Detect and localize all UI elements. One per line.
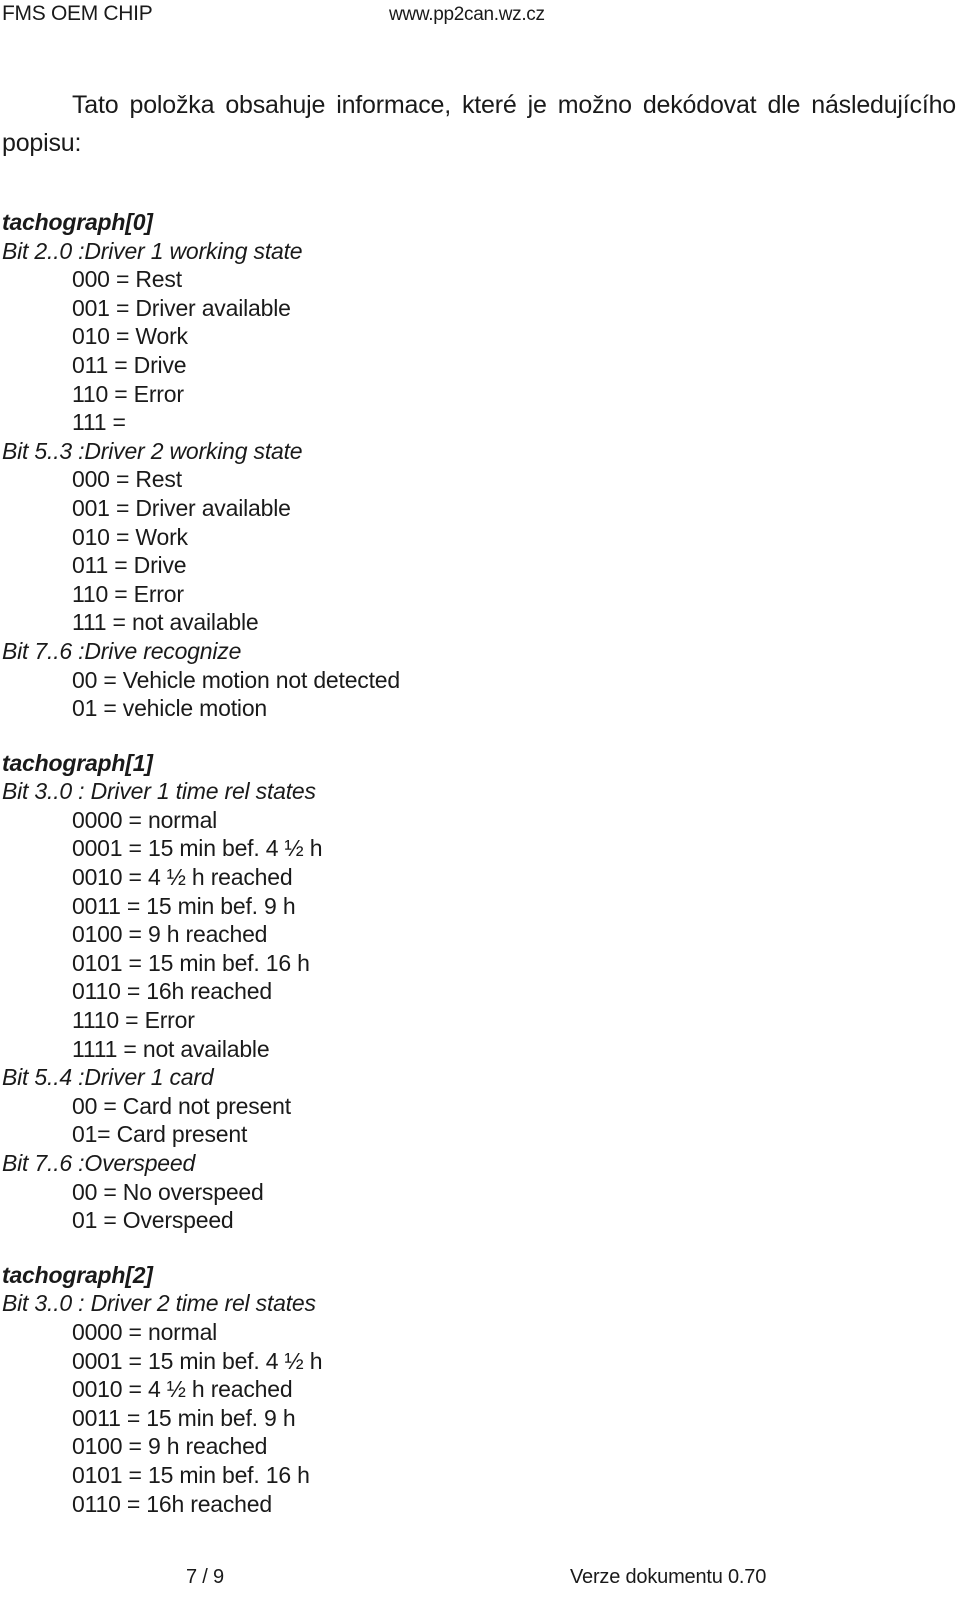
bit-value-row: 0001 = 15 min bef. 4 ½ h bbox=[72, 835, 323, 862]
footer-page-number: 7 / 9 bbox=[186, 1566, 224, 1588]
tachograph-section: tachograph[2] Bit 3..0 : Driver 2 time re… bbox=[0, 1261, 958, 1518]
page-content: Tato položka obsahuje informace, které j… bbox=[0, 86, 958, 1518]
bit-value-row: 111 = bbox=[72, 409, 132, 436]
bit-value-row: 01= Card present bbox=[72, 1121, 248, 1148]
bit-field-label: Bit 2..0 :Driver 1 working state bbox=[2, 237, 303, 264]
bit-field-label: Bit 3..0 : Driver 1 time rel states bbox=[2, 778, 316, 805]
bit-value-row: 0000 = normal bbox=[72, 806, 218, 833]
bit-value-row: 0101 = 15 min bef. 16 h bbox=[72, 949, 310, 976]
intro-paragraph: Tato položka obsahuje informace, které j… bbox=[2, 91, 956, 157]
bit-value-row: 00 = No overspeed bbox=[72, 1178, 264, 1205]
bit-value-row: 1110 = Error bbox=[72, 1007, 195, 1034]
header-website-url: www.pp2can.wz.cz bbox=[389, 4, 545, 25]
bit-value-row: 1111 = not available bbox=[72, 1035, 270, 1062]
bit-value-row: 0010 = 4 ½ h reached bbox=[72, 1376, 293, 1403]
bit-value-row: 001 = Driver available bbox=[72, 494, 291, 521]
section-title: tachograph[1] bbox=[2, 749, 153, 776]
bit-value-row: 0101 = 15 min bef. 16 h bbox=[72, 1461, 310, 1488]
bit-value-row: 110 = Error bbox=[72, 380, 184, 407]
bit-value-row: 0011 = 15 min bef. 9 h bbox=[72, 892, 296, 919]
bit-value-row: 0100 = 9 h reached bbox=[72, 1433, 268, 1460]
bit-field-label: Bit 5..4 :Driver 1 card bbox=[2, 1064, 214, 1091]
bit-value-row: 00 = Card not present bbox=[72, 1092, 291, 1119]
header-document-title: FMS OEM CHIP bbox=[2, 2, 153, 25]
bit-value-row: 0001 = 15 min bef. 4 ½ h bbox=[72, 1347, 323, 1374]
bit-value-row: 110 = Error bbox=[72, 580, 184, 607]
section-title: tachograph[0] bbox=[2, 209, 153, 235]
bit-value-row: 01 = Overspeed bbox=[72, 1207, 234, 1234]
bit-value-row: 0010 = 4 ½ h reached bbox=[72, 864, 293, 891]
bit-value-row: 010 = Work bbox=[72, 323, 188, 350]
bit-value-row: 010 = Work bbox=[72, 523, 188, 550]
bit-value-row: 00 = Vehicle motion not detected bbox=[72, 666, 400, 693]
bit-field-label: Bit 7..6 :Drive recognize bbox=[2, 637, 242, 664]
bit-value-row: 0110 = 16h reached bbox=[72, 978, 272, 1005]
page-footer: 7 / 9 Verze dokumentu 0.70 bbox=[0, 1560, 960, 1600]
bit-value-row: 0100 = 9 h reached bbox=[72, 921, 268, 948]
bit-value-row: 0000 = normal bbox=[72, 1318, 218, 1345]
bit-field-label: Bit 7..6 :Overspeed bbox=[2, 1150, 196, 1176]
bit-value-row: 011 = Drive bbox=[72, 351, 187, 378]
sections-container: tachograph[0] Bit 2..0 :Driver 1 working … bbox=[0, 208, 958, 1518]
bit-field-label: Bit 3..0 : Driver 2 time rel states bbox=[2, 1290, 316, 1317]
bit-value-row: 001 = Driver available bbox=[72, 294, 291, 321]
bit-value-row: 000 = Rest bbox=[72, 466, 182, 493]
bit-value-row: 01 = vehicle motion bbox=[72, 695, 268, 722]
bit-value-row: 0110 = 16h reached bbox=[72, 1490, 272, 1517]
bit-field-label: Bit 5..3 :Driver 2 working state bbox=[2, 437, 303, 464]
tachograph-section: tachograph[1] Bit 3..0 : Driver 1 time re… bbox=[0, 749, 958, 1235]
page-header: FMS OEM CHIP www.pp2can.wz.cz bbox=[0, 0, 960, 34]
tachograph-section: tachograph[0] Bit 2..0 :Driver 1 working … bbox=[0, 208, 958, 723]
footer-document-version: Verze dokumentu 0.70 bbox=[570, 1566, 767, 1588]
section-title: tachograph[2] bbox=[2, 1261, 153, 1288]
document-page: FMS OEM CHIP www.pp2can.wz.cz Tato polož… bbox=[0, 0, 960, 1607]
bit-value-row: 0011 = 15 min bef. 9 h bbox=[72, 1404, 296, 1431]
bit-value-row: 011 = Drive bbox=[72, 552, 187, 579]
bit-value-row: 111 = not available bbox=[72, 609, 259, 636]
bit-value-row: 000 = Rest bbox=[72, 266, 182, 293]
